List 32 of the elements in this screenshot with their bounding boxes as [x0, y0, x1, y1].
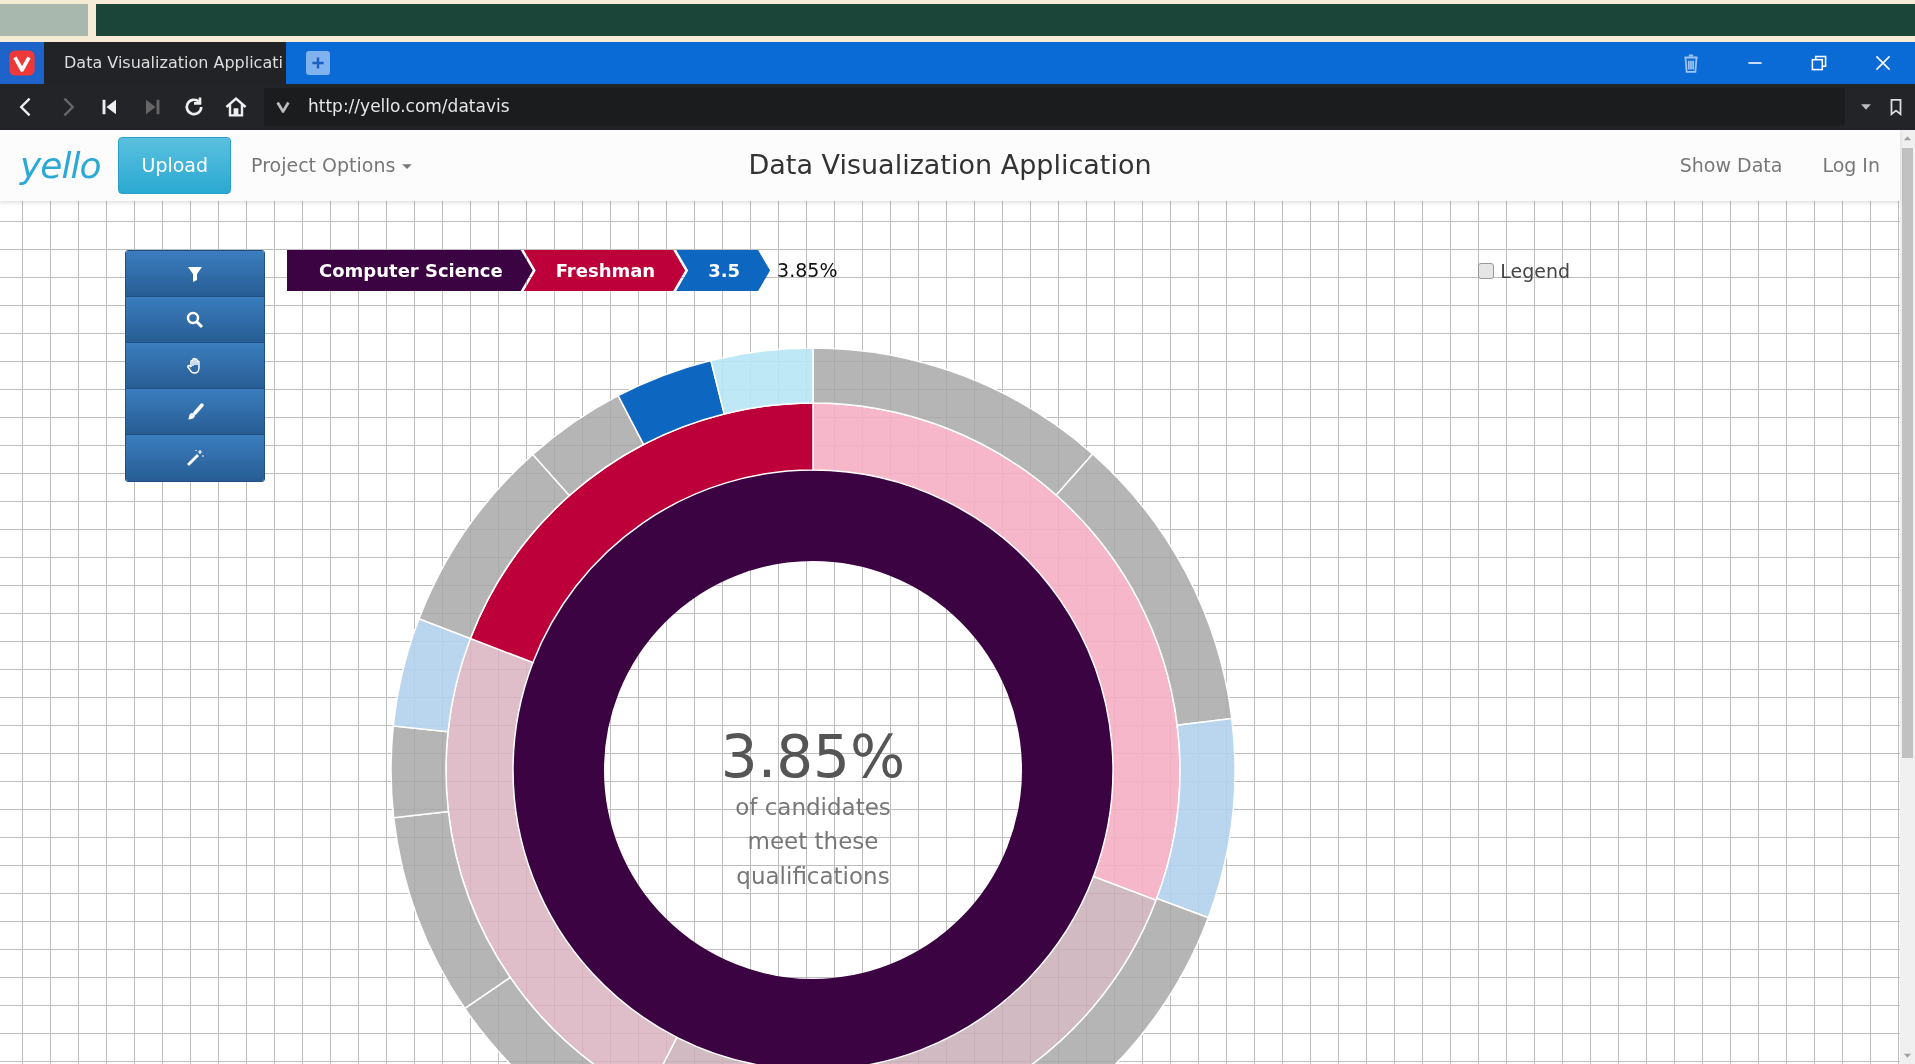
scroll-up-icon: [1903, 134, 1912, 143]
nav-link[interactable]: Show Data: [1679, 151, 1783, 180]
brush-tool-button[interactable]: [126, 389, 264, 435]
nav-link[interactable]: Log In: [1822, 151, 1880, 180]
scrollbar[interactable]: [1900, 130, 1915, 1064]
breadcrumb-item[interactable]: Freshman: [523, 250, 686, 291]
breadcrumb-result: 3.85%: [777, 258, 838, 284]
app-title: Data Visualization Application: [748, 148, 1152, 183]
magic-wand-icon: [185, 448, 205, 468]
scrollbar-thumb[interactable]: [1902, 148, 1913, 758]
scroll-down-icon: [1903, 1051, 1912, 1060]
plus-icon: [310, 55, 326, 71]
browser-logo[interactable]: [0, 42, 44, 84]
percentage-value: 3.85%: [719, 726, 907, 791]
tab-title: Data Visualization Applicati: [64, 52, 283, 74]
home-icon[interactable]: [224, 95, 248, 119]
browser-logo-icon: [8, 49, 36, 77]
search-icon: [185, 309, 205, 330]
project-options-menu[interactable]: Project Options: [251, 151, 414, 180]
percentage-caption: of candidates meet these qualifications: [734, 793, 892, 892]
hand-tool-button[interactable]: [126, 343, 264, 389]
browser-tab[interactable]: Data Visualization Applicati: [44, 42, 286, 84]
address-field[interactable]: http://yello.com/datavis: [264, 88, 1845, 126]
breadcrumb-item[interactable]: Computer Science: [287, 250, 533, 291]
wand-tool-button[interactable]: [126, 435, 264, 481]
new-tab-button[interactable]: [306, 51, 330, 75]
brush-icon: [185, 401, 205, 422]
search-tool-button[interactable]: [126, 297, 264, 343]
legend-label: Legend: [1500, 258, 1570, 284]
legend-checkbox[interactable]: [1478, 263, 1495, 279]
filter-tool-button[interactable]: [126, 251, 264, 297]
breadcrumb-item[interactable]: 3.5: [676, 250, 771, 291]
